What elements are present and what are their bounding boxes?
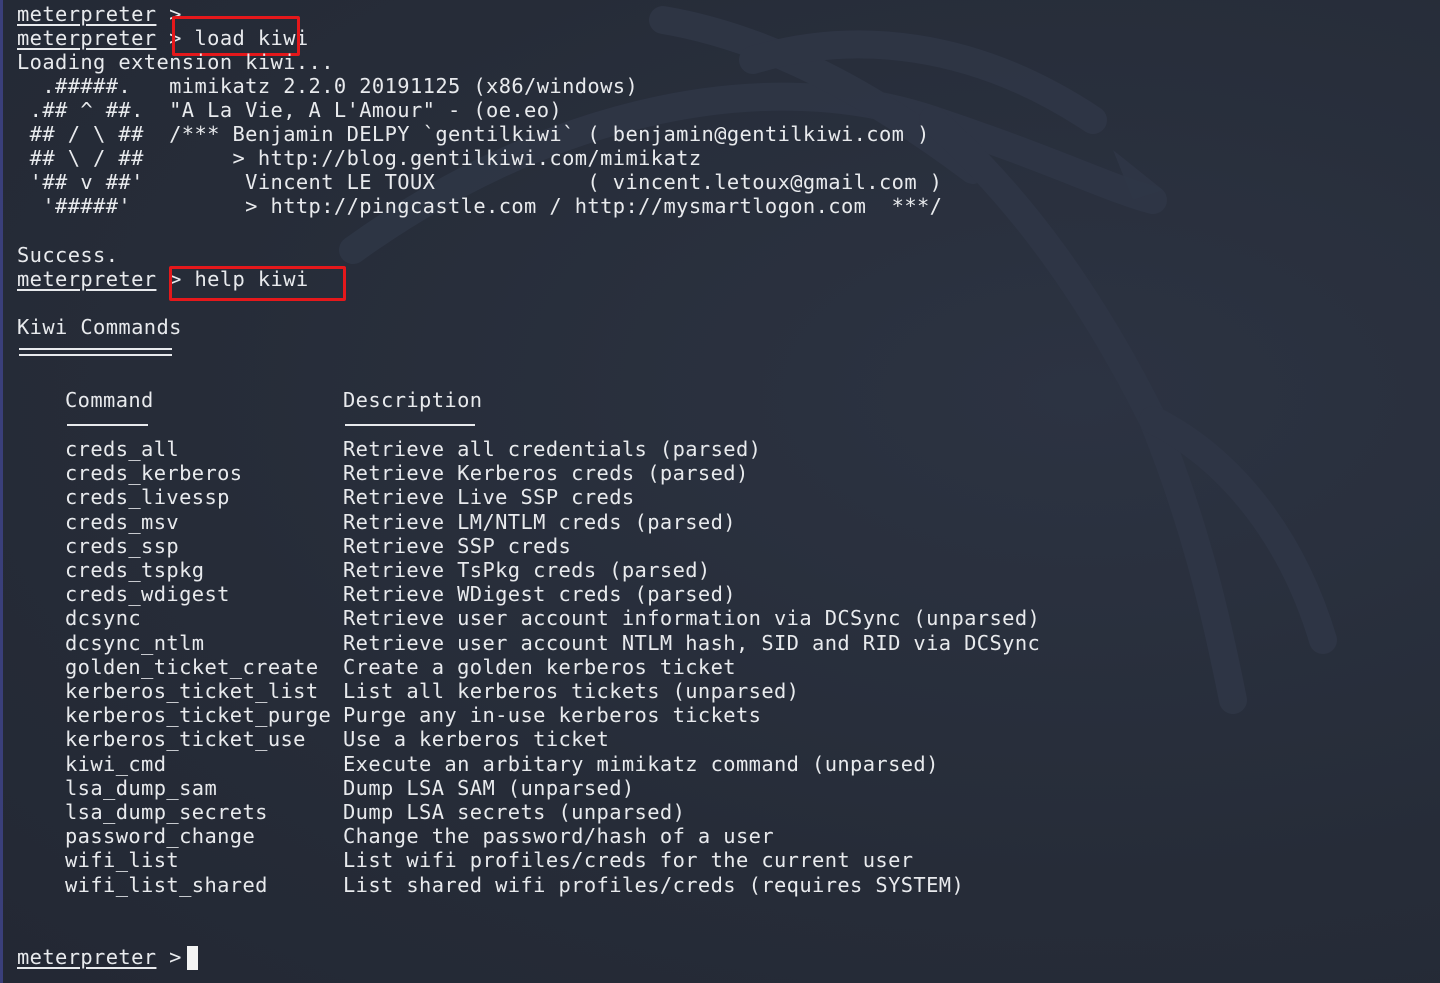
banner-line: .## ^ ##. "A La Vie, A L'Amour" - (oe.eo…: [17, 98, 563, 122]
table-row-command: creds_livessp: [65, 485, 230, 510]
table-row-command: wifi_list: [65, 848, 180, 873]
table-row-description: Retrieve LM/NTLM creds (parsed): [343, 509, 736, 534]
text-cursor: [187, 946, 198, 970]
table-row-command: golden_ticket_create: [65, 654, 319, 679]
table-row-command: creds_wdigest: [65, 582, 230, 607]
banner-line: ## \ / ## > http://blog.gentilkiwi.com/m…: [17, 146, 702, 170]
terminal-window[interactable]: meterpreter > meterpreter > load kiwi Lo…: [0, 0, 1440, 983]
table-row-command: kerberos_ticket_purge: [65, 703, 332, 728]
table-row-description: Create a golden kerberos ticket: [343, 654, 736, 679]
banner-line: .#####. mimikatz 2.2.0 20191125 (x86/win…: [17, 74, 639, 98]
table-row-description: Dump LSA secrets (unparsed): [343, 800, 686, 824]
highlight-box-help-kiwi: [169, 266, 346, 301]
table-row-command: lsa_dump_sam: [65, 775, 218, 800]
column-header-description: Description: [343, 388, 483, 412]
success-text: Success.: [17, 243, 119, 267]
prompt-word: meterpreter: [17, 26, 157, 50]
table-row-description: Retrieve Kerberos creds (parsed): [343, 461, 749, 486]
table-row-description: Retrieve user account NTLM hash, SID and…: [343, 630, 1041, 655]
table-row-description: Dump LSA SAM (unparsed): [343, 775, 635, 800]
column-header-command: Command: [65, 388, 154, 412]
prompt-line: meterpreter >: [17, 2, 182, 26]
banner-line: ## / \ ## /*** Benjamin DELPY `gentilkiw…: [17, 122, 930, 146]
final-prompt-line[interactable]: meterpreter >: [17, 945, 194, 969]
table-row-description: Change the password/hash of a user: [343, 824, 774, 849]
prompt-word: meterpreter: [17, 2, 157, 26]
title-double-underline: [19, 348, 172, 356]
banner-line: '#####' > http://pingcastle.com / http:/…: [17, 194, 943, 218]
table-row-command: creds_all: [65, 437, 180, 461]
description-header-underline: [345, 424, 475, 426]
table-row-command: kerberos_ticket_use: [65, 727, 306, 752]
command-header-underline: [67, 424, 148, 426]
table-row-description: Retrieve all credentials (parsed): [343, 437, 762, 461]
table-row-command: creds_kerberos: [65, 461, 243, 486]
prompt-word: meterpreter: [17, 945, 157, 969]
section-title: Kiwi Commands: [17, 315, 182, 339]
table-row-description: List wifi profiles/creds for the current…: [343, 848, 914, 873]
loading-text: Loading extension kiwi...: [17, 50, 334, 74]
table-row-description: Retrieve Live SSP creds: [343, 485, 635, 510]
prompt-word: meterpreter: [17, 267, 157, 291]
table-row-description: List all kerberos tickets (unparsed): [343, 679, 800, 703]
table-row-description: Use a kerberos ticket: [343, 727, 610, 752]
table-row-command: creds_tspkg: [65, 558, 205, 582]
table-row-command: kerberos_ticket_list: [65, 679, 319, 703]
table-row-description: Purge any in-use kerberos tickets: [343, 703, 762, 728]
table-row-command: dcsync: [65, 606, 142, 631]
table-row-description: Retrieve SSP creds: [343, 533, 572, 558]
table-row-command: kiwi_cmd: [65, 751, 167, 776]
table-row-command: creds_ssp: [65, 533, 180, 558]
table-row-description: Execute an arbitary mimikatz command (un…: [343, 751, 939, 776]
table-row-description: Retrieve WDigest creds (parsed): [343, 582, 736, 607]
table-row-command: password_change: [65, 824, 256, 849]
table-row-command: wifi_list_shared: [65, 872, 268, 897]
banner-line: '## v ##' Vincent LE TOUX ( vincent.leto…: [17, 170, 943, 194]
table-row-command: dcsync_ntlm: [65, 630, 205, 655]
table-row-description: Retrieve TsPkg creds (parsed): [343, 558, 711, 582]
table-row-command: creds_msv: [65, 509, 180, 534]
table-row-description: Retrieve user account information via DC…: [343, 606, 1041, 631]
table-row-description: List shared wifi profiles/creds (require…: [343, 872, 965, 897]
table-row-command: lsa_dump_secrets: [65, 800, 268, 824]
